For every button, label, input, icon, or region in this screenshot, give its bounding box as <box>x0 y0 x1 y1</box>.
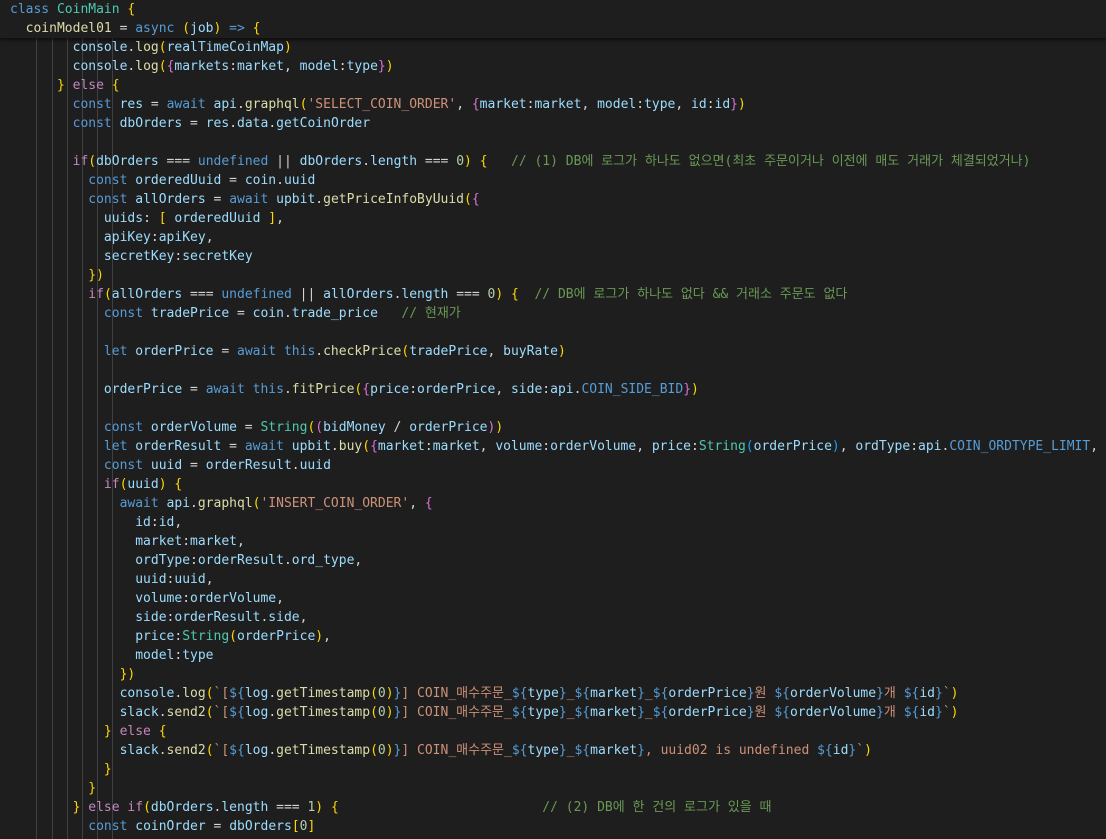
code-line[interactable]: }) <box>10 266 104 285</box>
code-line[interactable]: id:id, <box>10 513 182 532</box>
code-line[interactable]: side:orderResult.side, <box>10 608 307 627</box>
code-line[interactable]: } <box>10 779 96 798</box>
code-line[interactable]: }) <box>10 665 135 684</box>
code-line[interactable]: ordType:orderResult.ord_type, <box>10 551 362 570</box>
code-line[interactable]: const orderedUuid = coin.uuid <box>10 171 315 190</box>
code-line[interactable]: market:market, <box>10 532 245 551</box>
sticky-line[interactable]: class CoinMain { <box>10 0 135 19</box>
code-line[interactable]: let orderResult = await upbit.buy({marke… <box>10 437 1106 456</box>
code-line[interactable]: uuid:uuid, <box>10 570 214 589</box>
code-line[interactable]: model:type <box>10 646 214 665</box>
code-line[interactable]: const allOrders = await upbit.getPriceIn… <box>10 190 480 209</box>
code-line[interactable]: const orderVolume = String((bidMoney / o… <box>10 418 503 437</box>
code-line[interactable]: console.log(`[${log.getTimestamp(0)}] CO… <box>10 684 958 703</box>
code-line[interactable]: } else if(dbOrders.length === 1) { // (2… <box>10 798 771 817</box>
code-line[interactable]: } else { <box>10 76 120 95</box>
code-line[interactable]: slack.send2(`[${log.getTimestamp(0)}] CO… <box>10 703 958 722</box>
code-line[interactable]: if(dbOrders === undefined || dbOrders.le… <box>10 152 1030 171</box>
code-line[interactable]: if(allOrders === undefined || allOrders.… <box>10 285 847 304</box>
code-line[interactable]: } <box>10 760 112 779</box>
code-line[interactable]: let orderPrice = await this.checkPrice(t… <box>10 342 566 361</box>
code-line[interactable]: const uuid = orderResult.uuid <box>10 456 331 475</box>
code-line[interactable]: apiKey:apiKey, <box>10 228 214 247</box>
sticky-scroll-header[interactable]: class CoinMain { coinModel01 = async (jo… <box>0 0 1106 38</box>
code-line[interactable]: const coinOrder = dbOrders[0] <box>10 817 315 836</box>
code-line[interactable]: price:String(orderPrice), <box>10 627 331 646</box>
code-line[interactable]: const tradePrice = coin.trade_price // 현… <box>10 304 461 323</box>
code-line[interactable]: console.log({markets:market, model:type}… <box>10 57 394 76</box>
code-editor[interactable]: console.log(realTimeCoinMap) console.log… <box>0 0 1106 839</box>
code-line[interactable]: } else { <box>10 722 167 741</box>
code-line[interactable]: uuids: [ orderedUuid ], <box>10 209 284 228</box>
code-line[interactable]: const dbOrders = res.data.getCoinOrder <box>10 114 370 133</box>
code-line[interactable]: console.log(realTimeCoinMap) <box>10 38 292 57</box>
code-line[interactable]: if(uuid) { <box>10 475 182 494</box>
code-line[interactable]: secretKey:secretKey <box>10 247 253 266</box>
code-line[interactable]: orderPrice = await this.fitPrice({price:… <box>10 380 699 399</box>
sticky-line[interactable]: coinModel01 = async (job) => { <box>10 19 260 38</box>
code-line[interactable]: slack.send2(`[${log.getTimestamp(0)}] CO… <box>10 741 872 760</box>
code-line[interactable]: const res = await api.graphql('SELECT_CO… <box>10 95 746 114</box>
code-line[interactable]: await api.graphql('INSERT_COIN_ORDER', { <box>10 494 433 513</box>
code-line[interactable]: volume:orderVolume, <box>10 589 284 608</box>
